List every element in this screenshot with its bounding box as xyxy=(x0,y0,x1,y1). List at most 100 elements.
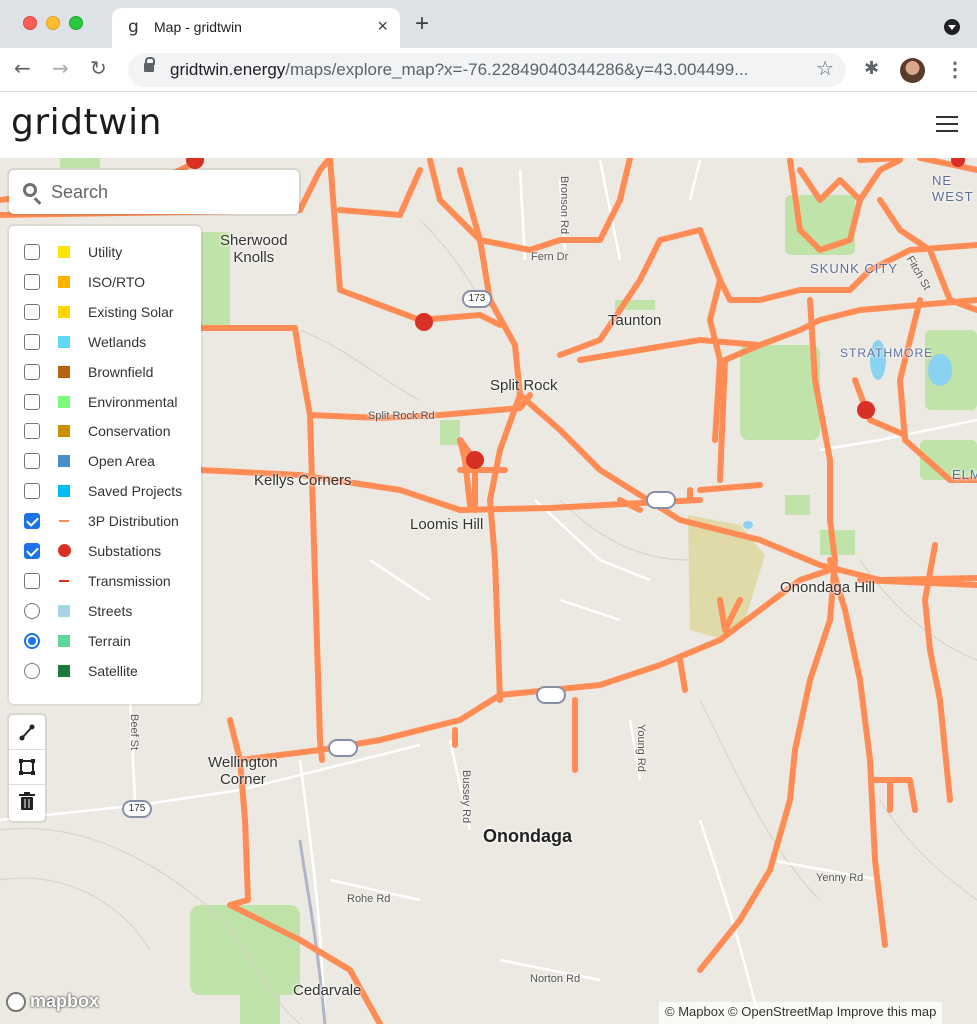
polygon-draw-icon xyxy=(19,759,35,775)
layer-checkbox-utility[interactable] xyxy=(24,244,40,260)
layer-label: Wetlands xyxy=(88,333,147,350)
mapbox-mark-icon xyxy=(6,991,26,1012)
layer-swatch-terrain xyxy=(58,634,70,647)
layer-checkbox-iso-rto[interactable] xyxy=(24,273,40,290)
label-bronson-rd: Bronson Rd xyxy=(558,176,570,235)
draw-toolbar xyxy=(9,715,45,821)
label-norton-rd: Norton Rd xyxy=(530,973,581,985)
back-button[interactable]: ← xyxy=(14,56,31,80)
layer-label: Substations xyxy=(88,543,162,559)
layer-checkbox-brownfield[interactable] xyxy=(24,363,40,380)
label-onondaga: Onondaga xyxy=(483,826,572,846)
layer-swatch-substations xyxy=(58,544,71,557)
label-yenny-rd: Yenny Rd xyxy=(816,872,864,884)
maximize-window-button[interactable] xyxy=(69,16,83,30)
layer-row-terrain[interactable]: Terrain xyxy=(9,626,201,656)
forward-button[interactable]: → xyxy=(52,56,69,80)
layers-panel: Utility ISO/RTO Existing Solar Wetlands Brow… xyxy=(9,226,201,704)
label-cedarvale: Cedarvale xyxy=(293,982,362,999)
layer-swatch-conservation xyxy=(58,425,70,438)
layer-swatch-existing-solar xyxy=(58,305,70,318)
label-onondaga-hill: Onondaga Hill xyxy=(780,579,876,596)
layer-checkbox-environmental[interactable] xyxy=(24,393,40,410)
layer-radio-satellite[interactable] xyxy=(24,662,40,679)
label-loomis-hill: Loomis Hill xyxy=(410,516,484,533)
layer-swatch-utility xyxy=(58,246,70,258)
layer-row-existing-solar[interactable]: Existing Solar xyxy=(9,297,201,327)
layer-swatch-wetlands xyxy=(58,335,70,348)
minimize-window-button[interactable] xyxy=(46,16,60,30)
new-tab-button[interactable]: + xyxy=(415,10,429,38)
layer-row-open-area[interactable]: Open Area xyxy=(9,446,201,476)
layer-swatch-3p-distribution xyxy=(59,520,69,523)
browser-menu-icon[interactable]: ⋮ xyxy=(945,57,965,82)
layer-swatch-environmental xyxy=(58,395,70,408)
route-shield xyxy=(328,739,358,757)
layer-label: Brownfield xyxy=(88,363,154,380)
map-attribution[interactable]: © Mapbox © OpenStreetMap Improve this ma… xyxy=(659,1002,943,1024)
label-wellington-corner: Wellington Corner xyxy=(208,754,278,788)
layer-checkbox-3p-distribution[interactable] xyxy=(24,513,40,530)
layer-checkbox-open-area[interactable] xyxy=(24,453,40,470)
lock-icon xyxy=(144,57,155,72)
label-split-rock-rd: Split Rock Rd xyxy=(368,410,435,422)
layer-row-satellite[interactable]: Satellite xyxy=(9,656,201,686)
line-draw-button[interactable] xyxy=(9,715,45,750)
layer-label: Open Area xyxy=(88,453,155,470)
route-173-shield: 173 xyxy=(462,290,492,308)
layer-swatch-streets xyxy=(58,604,70,617)
layer-row-iso-rto[interactable]: ISO/RTO xyxy=(9,267,201,297)
route-175-shield: 175 xyxy=(122,800,152,818)
layer-row-transmission[interactable]: Transmission xyxy=(9,566,201,596)
layer-row-saved-projects[interactable]: Saved Projects xyxy=(9,476,201,506)
browser-tab[interactable]: g Map - gridtwin × xyxy=(112,8,400,48)
search-box xyxy=(9,170,299,214)
layer-row-3p-distribution[interactable]: 3P Distribution xyxy=(9,506,201,536)
search-icon xyxy=(23,183,37,197)
layer-checkbox-substations[interactable] xyxy=(24,543,40,559)
layer-radio-streets[interactable] xyxy=(24,602,40,619)
url-text[interactable]: gridtwin.energy/maps/explore_map?x=-76.2… xyxy=(170,60,810,80)
app-header: gridtwin xyxy=(0,92,977,158)
mapbox-logo[interactable]: mapbox xyxy=(6,991,99,1012)
bookmark-star-icon[interactable]: ☆ xyxy=(816,56,834,81)
layer-row-utility[interactable]: Utility xyxy=(9,237,201,267)
gridtwin-logo[interactable]: gridtwin xyxy=(11,102,162,143)
layer-label: Terrain xyxy=(88,632,131,649)
trash-button[interactable] xyxy=(9,785,45,820)
layer-row-streets[interactable]: Streets xyxy=(9,596,201,626)
layer-swatch-open-area xyxy=(58,455,70,468)
extensions-icon[interactable]: ✱ xyxy=(864,58,879,79)
close-window-button[interactable] xyxy=(23,16,37,30)
layer-row-brownfield[interactable]: Brownfield xyxy=(9,357,201,387)
layer-checkbox-transmission[interactable] xyxy=(24,572,40,589)
layer-label: Utility xyxy=(88,244,123,260)
polygon-draw-button[interactable] xyxy=(9,750,45,785)
search-input[interactable] xyxy=(51,179,291,205)
hamburger-icon[interactable] xyxy=(936,116,958,132)
label-split-rock: Split Rock xyxy=(490,377,558,394)
browser-toolbar: ← → ↻ gridtwin.energy/maps/explore_map?x… xyxy=(0,48,977,92)
layer-checkbox-conservation[interactable] xyxy=(24,423,40,440)
label-near-west: NE WEST xyxy=(932,173,974,204)
layer-row-conservation[interactable]: Conservation xyxy=(9,416,201,446)
layer-checkbox-saved-projects[interactable] xyxy=(24,483,40,500)
reload-button[interactable]: ↻ xyxy=(90,56,107,80)
layer-row-wetlands[interactable]: Wetlands xyxy=(9,327,201,357)
address-bar[interactable]: gridtwin.energy/maps/explore_map?x=-76.2… xyxy=(128,53,846,87)
profile-avatar[interactable] xyxy=(900,58,925,83)
layer-row-environmental[interactable]: Environmental xyxy=(9,387,201,417)
layer-radio-terrain[interactable] xyxy=(24,632,40,649)
layer-label: Streets xyxy=(88,602,133,619)
browser-tab-bar: g Map - gridtwin × + xyxy=(0,0,977,48)
tab-search-icon[interactable] xyxy=(944,19,960,35)
favicon-icon: g xyxy=(128,17,139,37)
layer-checkbox-wetlands[interactable] xyxy=(24,333,40,350)
trash-icon xyxy=(19,792,35,810)
layer-row-substations[interactable]: Substations xyxy=(9,536,201,566)
line-draw-icon xyxy=(19,724,35,741)
tab-close-icon[interactable]: × xyxy=(377,16,388,37)
label-elm: ELM xyxy=(952,467,977,482)
label-young-rd: Young Rd xyxy=(635,724,647,772)
layer-checkbox-existing-solar[interactable] xyxy=(24,303,40,320)
